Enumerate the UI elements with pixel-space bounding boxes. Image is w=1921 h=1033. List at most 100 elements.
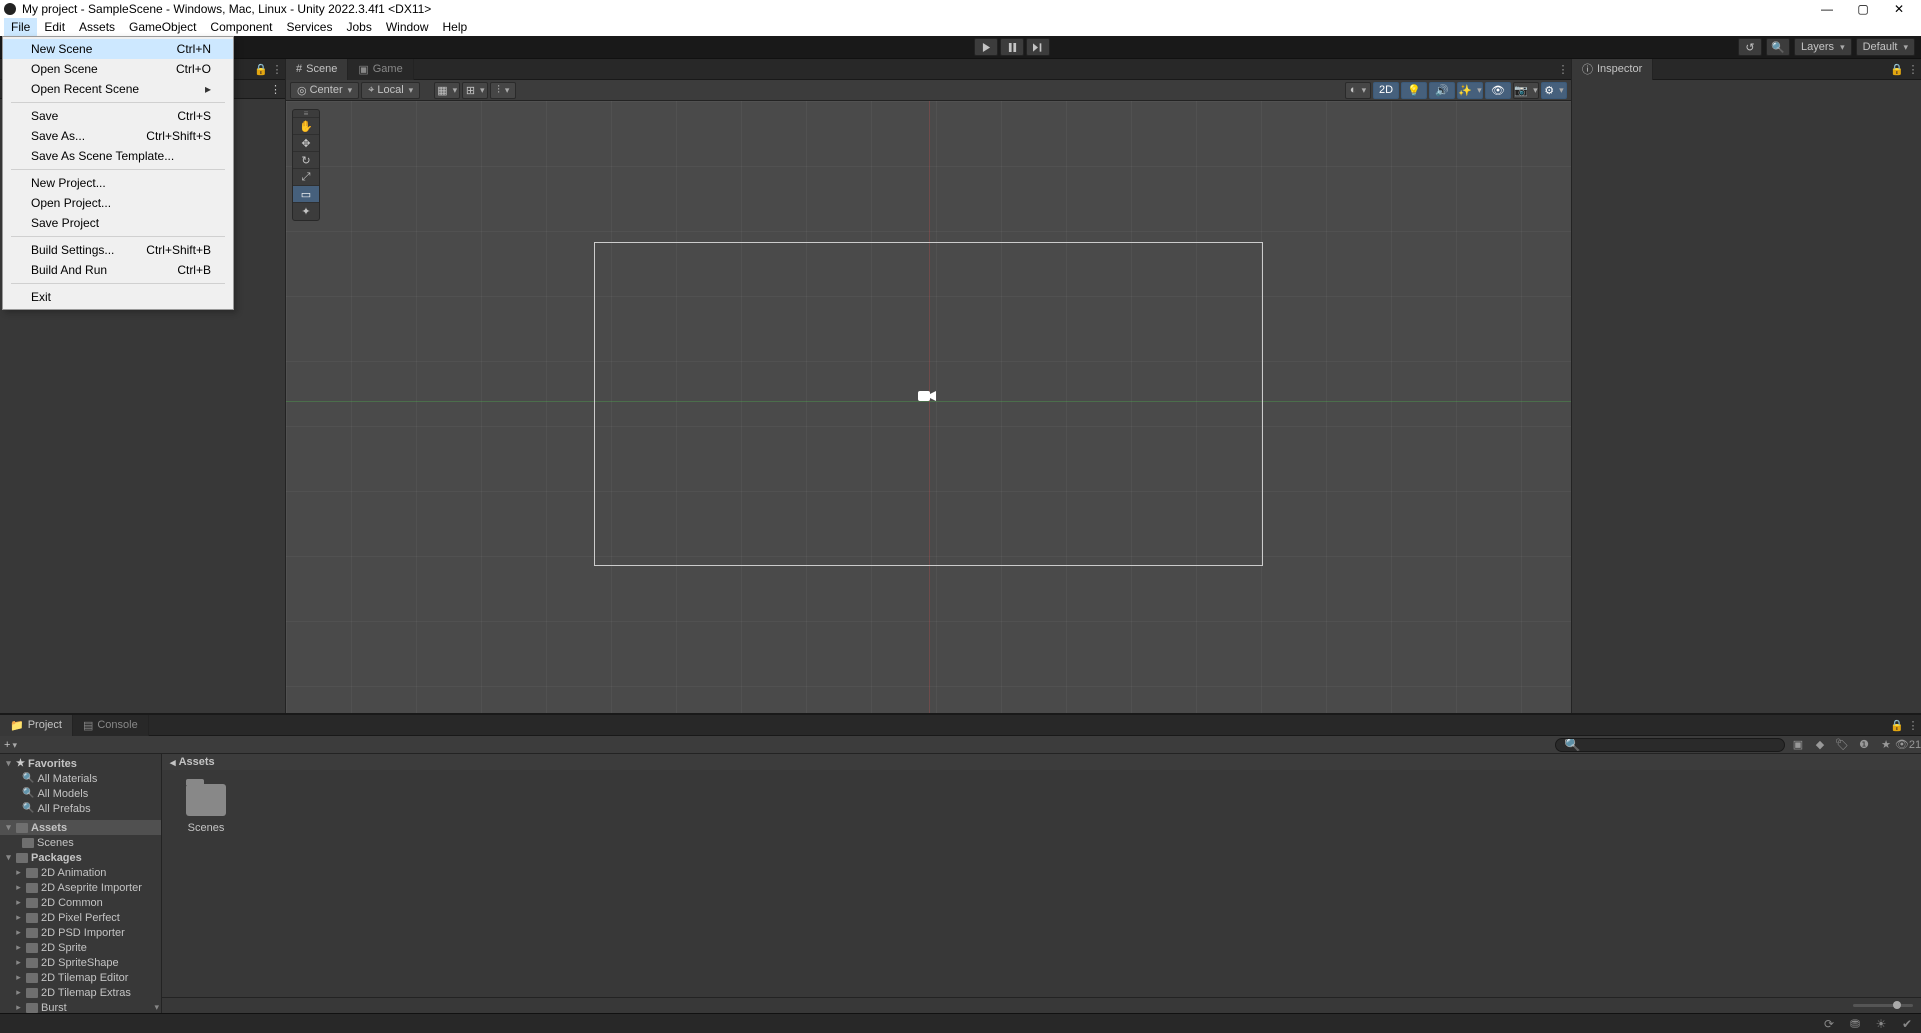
camera-gizmo-icon[interactable] bbox=[918, 389, 936, 403]
scale-tool[interactable]: ⤢ bbox=[293, 169, 319, 186]
panel-menu-icon[interactable]: ⋮ bbox=[269, 61, 285, 77]
scene-visibility-toggle[interactable]: 👁 bbox=[1485, 82, 1511, 99]
asset-folder-scenes[interactable]: Scenes bbox=[176, 784, 236, 983]
menu-component[interactable]: Component bbox=[203, 18, 279, 36]
file-new-project[interactable]: New Project... bbox=[3, 173, 233, 193]
rotate-tool[interactable]: ↻ bbox=[293, 152, 319, 169]
assets-folder[interactable]: ▾Assets bbox=[0, 820, 161, 835]
hidden-packages-toggle[interactable]: 👁21 bbox=[1899, 737, 1917, 753]
scene-tab[interactable]: #Scene bbox=[286, 59, 348, 80]
tool-handle-rotation[interactable]: ⌖Local▾ bbox=[361, 82, 420, 99]
undo-history-button[interactable]: ↺ bbox=[1738, 38, 1762, 56]
progress-icon[interactable]: ✔ bbox=[1899, 1016, 1915, 1032]
favorite-search-icon[interactable]: ★ bbox=[1877, 737, 1895, 753]
package-item[interactable]: ▸2D PSD Importer bbox=[0, 925, 161, 940]
hand-tool[interactable]: ✋ bbox=[293, 118, 319, 135]
gizmos-dropdown[interactable]: ⚙▾ bbox=[1541, 82, 1567, 99]
file-save-project[interactable]: Save Project bbox=[3, 213, 233, 233]
menu-help[interactable]: Help bbox=[436, 18, 475, 36]
scene-camera-dropdown[interactable]: 📷▾ bbox=[1513, 82, 1539, 99]
package-item[interactable]: ▸2D SpriteShape bbox=[0, 955, 161, 970]
lock-icon[interactable]: 🔒 bbox=[1889, 61, 1905, 77]
tool-handle-position[interactable]: ◎Center▾ bbox=[290, 82, 359, 99]
panel-menu-icon[interactable]: ⋮ bbox=[1905, 717, 1921, 733]
project-tab[interactable]: 📁Project bbox=[0, 715, 73, 736]
global-illumination-icon[interactable]: ☀ bbox=[1873, 1016, 1889, 1032]
package-item[interactable]: ▸2D Sprite bbox=[0, 940, 161, 955]
project-search-input[interactable] bbox=[1555, 738, 1785, 752]
minimize-button[interactable]: — bbox=[1809, 0, 1845, 18]
favorite-all-prefabs[interactable]: 🔍All Prefabs bbox=[0, 801, 161, 816]
search-by-type-icon[interactable]: ▣ bbox=[1789, 737, 1807, 753]
tool-strip-drag-handle[interactable]: ≡ bbox=[293, 110, 319, 118]
rect-tool[interactable]: ▭ bbox=[293, 186, 319, 203]
project-tree[interactable]: ▾★Favorites 🔍All Materials 🔍All Models 🔍… bbox=[0, 754, 162, 1013]
menu-window[interactable]: Window bbox=[379, 18, 436, 36]
menu-edit[interactable]: Edit bbox=[37, 18, 72, 36]
menu-jobs[interactable]: Jobs bbox=[339, 18, 378, 36]
menu-gameobject[interactable]: GameObject bbox=[122, 18, 203, 36]
panel-menu-icon[interactable]: ⋮ bbox=[1905, 61, 1921, 77]
layout-dropdown[interactable]: Default▾ bbox=[1856, 38, 1915, 56]
lock-icon[interactable]: 🔒 bbox=[253, 61, 269, 77]
console-tab[interactable]: ▤Console bbox=[73, 715, 149, 736]
layers-dropdown[interactable]: Layers▾ bbox=[1794, 38, 1852, 56]
menu-services[interactable]: Services bbox=[279, 18, 339, 36]
package-item[interactable]: ▸Burst bbox=[0, 1000, 161, 1013]
draw-mode-dropdown[interactable]: ◐▾ bbox=[1345, 82, 1371, 99]
pause-button[interactable] bbox=[1000, 38, 1024, 56]
package-item[interactable]: ▸2D Tilemap Extras bbox=[0, 985, 161, 1000]
file-save[interactable]: SaveCtrl+S bbox=[3, 106, 233, 126]
search-by-label-icon[interactable]: ◆ bbox=[1811, 737, 1829, 753]
cache-server-icon[interactable]: ⛃ bbox=[1847, 1016, 1863, 1032]
maximize-button[interactable]: ▢ bbox=[1845, 0, 1881, 18]
file-save-as[interactable]: Save As...Ctrl+Shift+S bbox=[3, 126, 233, 146]
scene-lighting-toggle[interactable]: 💡 bbox=[1401, 82, 1427, 99]
toggle-2d-button[interactable]: 2D bbox=[1373, 82, 1399, 99]
add-asset-button[interactable]: +▾ bbox=[4, 739, 20, 751]
close-button[interactable]: ✕ bbox=[1881, 0, 1917, 18]
package-item[interactable]: ▸2D Aseprite Importer bbox=[0, 880, 161, 895]
file-open-recent-scene[interactable]: Open Recent Scene▸ bbox=[3, 79, 233, 99]
file-build-and-run[interactable]: Build And RunCtrl+B bbox=[3, 260, 233, 280]
file-save-as-scene-template[interactable]: Save As Scene Template... bbox=[3, 146, 233, 166]
tree-scroll-down-icon[interactable]: ▾ bbox=[154, 1002, 159, 1013]
favorites-header[interactable]: ▾★Favorites bbox=[0, 756, 161, 771]
scene-view[interactable]: ≡ ✋ ✥ ↻ ⤢ ▭ ✦ bbox=[286, 101, 1571, 713]
menu-assets[interactable]: Assets bbox=[72, 18, 122, 36]
search-log-icon[interactable]: ❶ bbox=[1855, 737, 1873, 753]
file-open-project[interactable]: Open Project... bbox=[3, 193, 233, 213]
snap-dropdown[interactable]: ⊞▾ bbox=[462, 82, 488, 99]
package-item[interactable]: ▸2D Tilemap Editor bbox=[0, 970, 161, 985]
transform-tool[interactable]: ✦ bbox=[293, 203, 319, 220]
move-tool[interactable]: ✥ bbox=[293, 135, 319, 152]
game-tab[interactable]: ▣Game bbox=[348, 59, 413, 80]
project-grid-items[interactable]: Scenes bbox=[162, 770, 1921, 997]
scenes-folder[interactable]: Scenes bbox=[0, 835, 161, 850]
file-exit[interactable]: Exit bbox=[3, 287, 233, 307]
menu-file[interactable]: File bbox=[4, 18, 37, 36]
favorite-all-materials[interactable]: 🔍All Materials bbox=[0, 771, 161, 786]
auto-refresh-icon[interactable]: ⟳ bbox=[1821, 1016, 1837, 1032]
package-item[interactable]: ▸2D Common bbox=[0, 895, 161, 910]
file-new-scene[interactable]: New SceneCtrl+N bbox=[3, 39, 233, 59]
lock-icon[interactable]: 🔒 bbox=[1889, 717, 1905, 733]
panel-menu-icon[interactable]: ⋮ bbox=[270, 83, 281, 96]
favorite-all-models[interactable]: 🔍All Models bbox=[0, 786, 161, 801]
file-open-scene[interactable]: Open SceneCtrl+O bbox=[3, 59, 233, 79]
inspector-tab[interactable]: ⓘInspector bbox=[1572, 59, 1653, 80]
thumbnail-size-slider[interactable] bbox=[1853, 1004, 1913, 1007]
increment-snap-dropdown[interactable]: ⫶▾ bbox=[490, 82, 516, 99]
panel-menu-icon[interactable]: ⋮ bbox=[1555, 61, 1571, 77]
file-build-settings[interactable]: Build Settings...Ctrl+Shift+B bbox=[3, 240, 233, 260]
package-item[interactable]: ▸2D Animation bbox=[0, 865, 161, 880]
play-button[interactable] bbox=[974, 38, 998, 56]
save-search-icon[interactable]: 🏷 bbox=[1833, 737, 1851, 753]
package-item[interactable]: ▸2D Pixel Perfect bbox=[0, 910, 161, 925]
grid-dropdown[interactable]: ▦▾ bbox=[434, 82, 460, 99]
global-search-button[interactable]: 🔍 bbox=[1766, 38, 1790, 56]
scene-audio-toggle[interactable]: 🔊 bbox=[1429, 82, 1455, 99]
scene-fx-toggle[interactable]: ✨▾ bbox=[1457, 82, 1483, 99]
packages-folder[interactable]: ▾Packages bbox=[0, 850, 161, 865]
step-button[interactable] bbox=[1026, 38, 1050, 56]
